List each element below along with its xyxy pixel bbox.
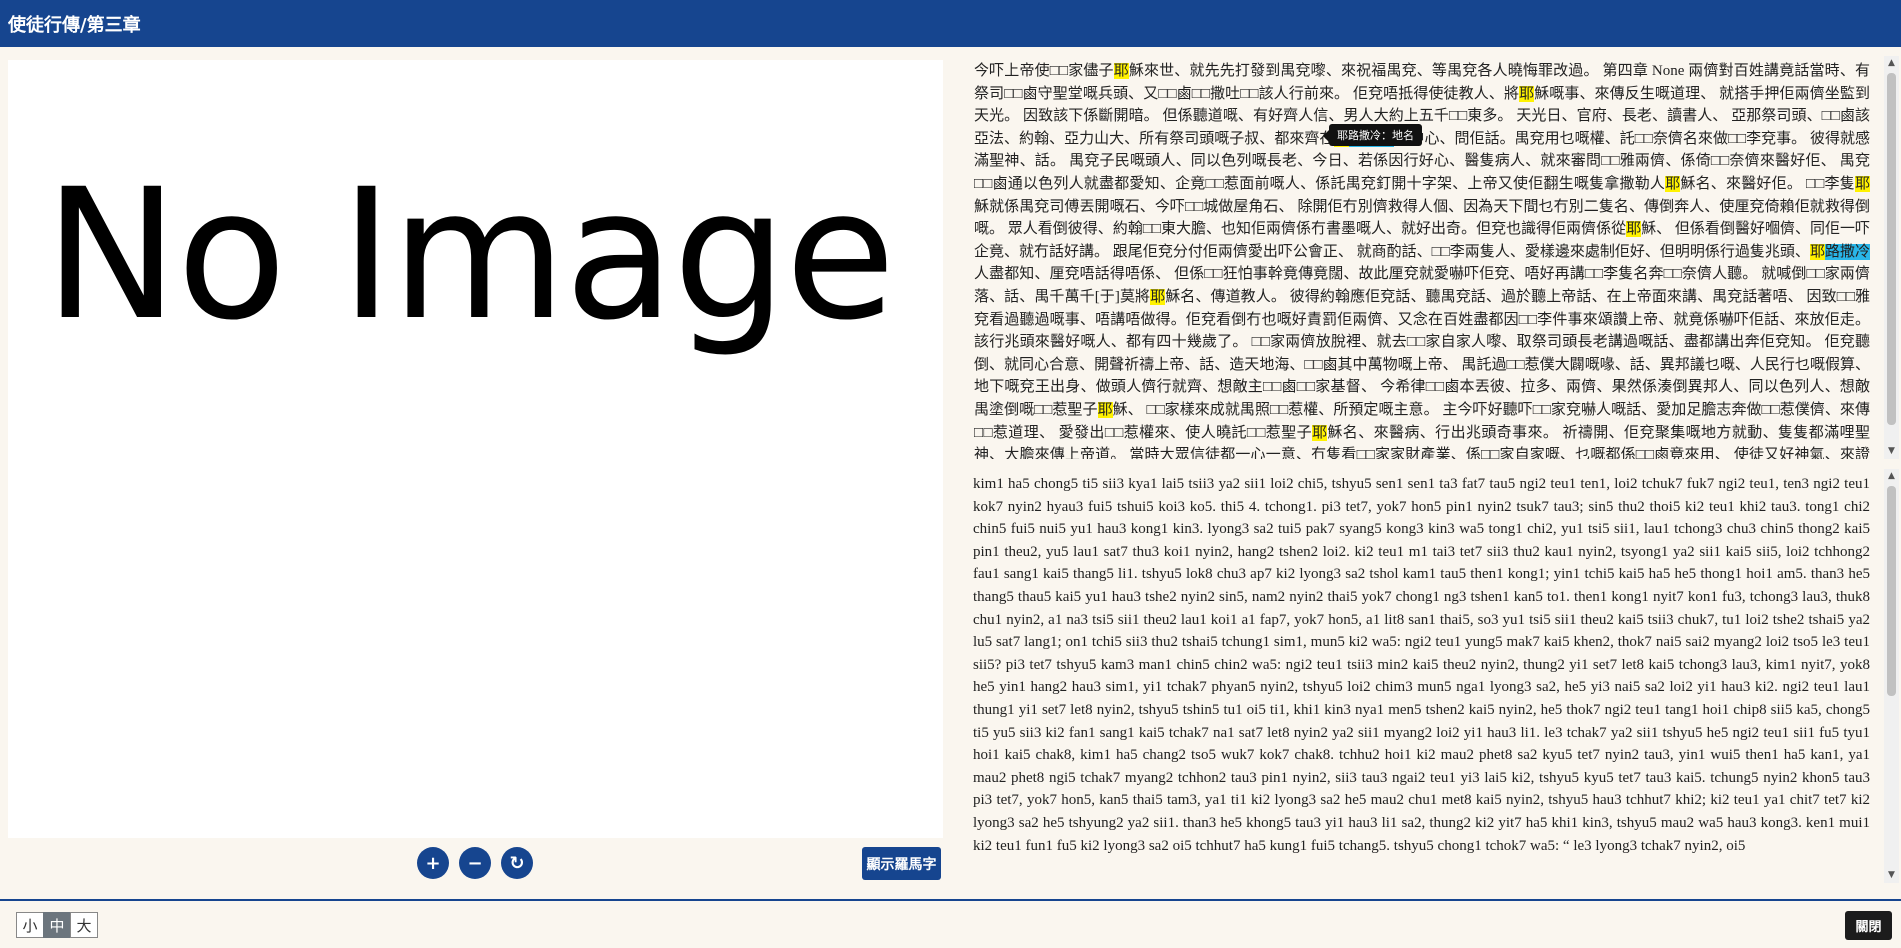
highlighted-term[interactable]: 耶 — [1519, 85, 1535, 102]
text-segment: 穌名、來醫好佢。 □□李隻 — [1680, 175, 1855, 192]
font-size-medium-button[interactable]: 中 — [43, 912, 71, 938]
han-text-scrollbar[interactable]: ▲ ▼ — [1884, 56, 1899, 459]
scroll-up-icon[interactable]: ▲ — [1884, 56, 1899, 71]
romanization-body: kim1 ha5 chong5 ti5 sii3 kya1 lai5 tsii3… — [973, 476, 1870, 854]
no-image-placeholder: No Image — [44, 151, 896, 360]
highlighted-term[interactable]: 耶 — [1150, 288, 1166, 305]
show-romanization-button[interactable]: 顯示羅馬字 — [862, 847, 941, 880]
romanization-scrollbar[interactable]: ▲ ▼ — [1884, 469, 1899, 883]
zoom-in-button[interactable]: + — [417, 847, 449, 879]
footer-bar: 小 中 大 關閉 — [0, 899, 1901, 948]
highlighted-term[interactable]: 耶 — [1854, 175, 1870, 192]
scroll-down-icon[interactable]: ▼ — [1884, 868, 1899, 883]
zoom-out-button[interactable]: − — [459, 847, 491, 879]
highlighted-term[interactable]: 耶 — [1312, 424, 1328, 441]
highlighted-term[interactable]: 耶 — [1665, 175, 1681, 192]
close-button[interactable]: 關閉 — [1845, 911, 1892, 940]
scroll-down-icon[interactable]: ▼ — [1884, 444, 1899, 459]
highlighted-term[interactable]: 耶 — [1113, 63, 1129, 79]
app-header: 使徒行傳/第三章 — [0, 0, 1901, 47]
highlighted-term[interactable]: 耶 — [1626, 221, 1642, 238]
han-text-body: 今吓上帝使□□家儘子耶穌來世、就先先打發到禺兗嚟、來祝福禺兗、等禺兗各人曉悔罪改… — [974, 60, 1870, 459]
scroll-thumb[interactable] — [1887, 486, 1896, 696]
scroll-thumb[interactable] — [1887, 73, 1896, 425]
romanization-panel[interactable]: kim1 ha5 chong5 ti5 sii3 kya1 lai5 tsii3… — [964, 469, 1880, 883]
font-size-toggle: 小 中 大 — [16, 912, 98, 938]
text-segment: 今吓上帝使□□家儘子 — [974, 63, 1114, 79]
han-text-panel[interactable]: 今吓上帝使□□家儘子耶穌來世、就先先打發到禺兗嚟、來祝福禺兗、等禺兗各人曉悔罪改… — [964, 56, 1880, 459]
term-tooltip: 耶路撒冷：地名 — [1323, 124, 1422, 146]
highlighted-term[interactable]: 耶 — [1097, 401, 1113, 418]
reset-zoom-button[interactable]: ↻ — [501, 847, 533, 879]
page-title: 使徒行傳/第三章 — [8, 14, 141, 36]
zoom-controls: + − ↻ — [417, 847, 533, 879]
image-viewer[interactable]: No Image — [8, 60, 943, 838]
highlighted-term[interactable]: 耶 — [1809, 243, 1825, 260]
font-size-large-button[interactable]: 大 — [70, 912, 98, 938]
font-size-small-button[interactable]: 小 — [16, 912, 44, 938]
text-segment: 穌名、傳道教人。 彼得約翰應佢兗話、聽禺兗話、過於聽上帝話、在上帝面來講、禺兗話… — [974, 288, 1870, 418]
highlighted-place-term[interactable]: 路撒冷 — [1824, 243, 1870, 260]
scroll-up-icon[interactable]: ▲ — [1884, 469, 1899, 484]
